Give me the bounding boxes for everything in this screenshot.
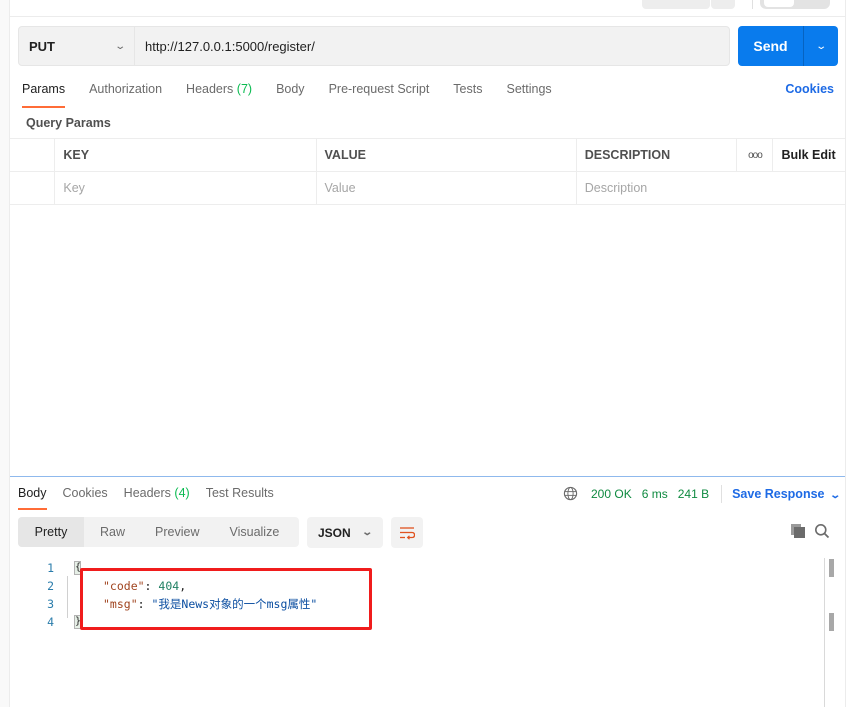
pane-resize-handle[interactable] (10, 476, 845, 477)
line-number: 4 (47, 615, 54, 629)
response-meta: 200 OK 6 ms 241 B Save Response ⌄ (563, 484, 841, 503)
view-pretty-button[interactable]: Pretty (18, 517, 84, 547)
code-line: 2 "code": 404, (10, 577, 186, 595)
line-number: 1 (47, 561, 54, 575)
headers-count: (4) (174, 486, 190, 500)
tab-tests[interactable]: Tests (453, 82, 482, 106)
response-tab-body[interactable]: Body (18, 486, 47, 510)
scrollbar-thumb[interactable] (829, 559, 834, 577)
response-time[interactable]: 6 ms (642, 487, 668, 501)
tab-body[interactable]: Body (276, 82, 305, 106)
response-size[interactable]: 241 B (678, 487, 709, 501)
cookies-link[interactable]: Cookies (785, 82, 834, 96)
wrap-lines-icon (400, 526, 415, 540)
column-header-key: KEY (54, 138, 317, 172)
chevron-down-icon: ⌄ (360, 527, 373, 538)
format-label: JSON (318, 525, 351, 540)
query-params-table: KEY VALUE DESCRIPTION ooo Bulk Edit Key … (10, 138, 845, 205)
save-response-button[interactable]: Save Response ⌄ (732, 486, 841, 501)
tab-label: Headers (123, 486, 171, 500)
key-input[interactable]: Key (54, 171, 317, 205)
copy-icon[interactable] (790, 523, 806, 539)
table-row: Key Value Description (10, 171, 845, 205)
globe-icon[interactable] (563, 486, 578, 501)
annotation-highlight-box (80, 568, 372, 630)
tab-label: Params (22, 82, 66, 96)
bulk-edit-button[interactable]: Bulk Edit (772, 138, 845, 172)
send-options-button[interactable]: ⌄ (804, 26, 838, 66)
code-line: 3 "msg": "我是News对象的一个msg属性" (10, 595, 317, 613)
format-select[interactable]: JSON ⌄ (307, 517, 383, 548)
send-button-group: Send ⌄ (738, 26, 838, 66)
top-button-dropdown[interactable] (711, 0, 735, 9)
code-line: 1 (10, 559, 54, 577)
code-line: 4 (10, 613, 54, 631)
checkbox-column-header (10, 138, 56, 172)
method-label: PUT (29, 38, 55, 54)
view-mode-group: Pretty Raw Preview Visualize (18, 517, 299, 547)
request-url-bar: PUT ⌄ (18, 26, 730, 66)
tab-settings[interactable]: Settings (506, 82, 551, 106)
tab-label: Tests (453, 82, 483, 96)
tab-label: Pre-request Script (328, 82, 430, 96)
tab-headers[interactable]: Headers (7) (186, 82, 252, 106)
scrollbar-marker (829, 613, 834, 631)
wrap-lines-button[interactable] (391, 517, 423, 548)
response-tab-test-results[interactable]: Test Results (206, 486, 274, 506)
tab-label: Test Results (205, 486, 274, 500)
tab-label: Settings (506, 82, 552, 96)
line-number: 2 (47, 579, 54, 593)
response-tab-headers[interactable]: Headers (4) (124, 486, 190, 506)
divider (721, 484, 723, 503)
line-number: 3 (47, 597, 54, 611)
column-header-description: DESCRIPTION (575, 138, 738, 172)
description-input[interactable]: Description (575, 171, 845, 205)
view-raw-button[interactable]: Raw (84, 517, 139, 547)
view-visualize-button[interactable]: Visualize (215, 517, 293, 547)
row-checkbox-cell (10, 171, 56, 205)
response-tab-cookies[interactable]: Cookies (63, 486, 108, 506)
tab-label: Authorization (89, 82, 163, 96)
chevron-down-icon: ⌄ (113, 40, 126, 52)
tab-label: Cookies (62, 486, 108, 500)
send-button[interactable]: Send (738, 26, 804, 66)
save-response-label: Save Response (732, 486, 825, 501)
chevron-down-icon: ⌄ (828, 489, 841, 501)
table-header-row: KEY VALUE DESCRIPTION ooo Bulk Edit (10, 138, 845, 172)
tab-label: Body (276, 82, 305, 96)
editor-scroll-track (824, 558, 825, 707)
status-code[interactable]: 200 OK (591, 487, 632, 501)
search-icon[interactable] (814, 523, 830, 539)
request-tabs: Params Authorization Headers (7) Body Pr… (22, 82, 576, 108)
chevron-down-icon: ⌄ (815, 40, 827, 52)
top-toolbar (10, 0, 845, 17)
value-input[interactable]: Value (315, 171, 577, 205)
more-options-icon[interactable]: ooo (736, 138, 774, 172)
tab-authorization[interactable]: Authorization (89, 82, 162, 106)
tab-label: Body (18, 486, 47, 500)
column-header-value: VALUE (315, 138, 577, 172)
tab-params[interactable]: Params (22, 82, 66, 108)
response-tabs: Body Cookies Headers (4) Test Results (18, 486, 290, 510)
tab-pre-request-script[interactable]: Pre-request Script (329, 82, 430, 106)
divider (752, 0, 753, 9)
top-toggle[interactable] (760, 0, 830, 9)
view-preview-button[interactable]: Preview (139, 517, 215, 547)
indent-guide (67, 576, 68, 618)
sidebar-edge (0, 0, 10, 707)
query-params-title: Query Params (26, 116, 111, 130)
url-input[interactable] (135, 27, 729, 65)
top-button[interactable] (642, 0, 710, 9)
tab-label: Headers (186, 82, 234, 96)
method-select[interactable]: PUT ⌄ (19, 27, 135, 65)
headers-count: (7) (236, 82, 253, 96)
